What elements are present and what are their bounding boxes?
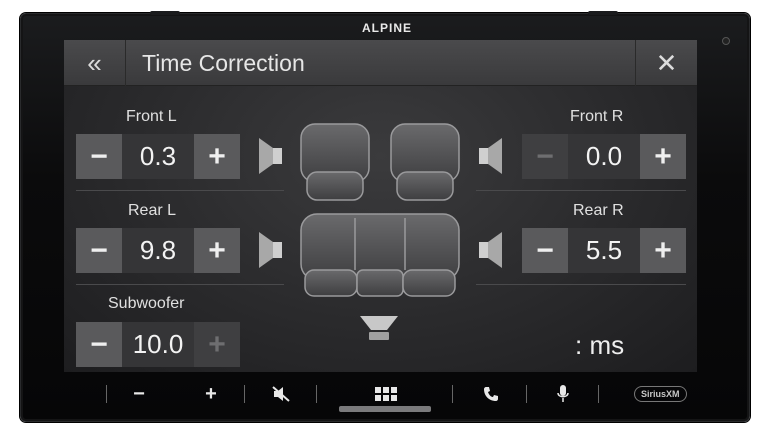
subwoofer-label: Subwoofer [108,295,185,312]
subwoofer-value: 10.0 [122,322,194,367]
voice-button[interactable] [548,380,578,408]
front-r-plus-button[interactable]: + [640,134,686,179]
screen: « Time Correction ✕ Front L − 0.3 + Rear… [64,40,697,372]
separator [598,385,599,403]
subwoofer-icon [360,316,398,340]
front-l-value: 0.3 [122,134,194,179]
double-chevron-left-icon: « [87,47,102,78]
subwoofer-minus-button[interactable]: − [76,322,122,367]
mute-icon [272,386,290,402]
car-seats-diagram [300,123,460,340]
rear-l-label: Rear L [128,202,177,219]
front-l-label: Front L [126,108,177,125]
front-right-speaker-icon [479,138,502,174]
rear-l-value: 9.8 [122,228,194,273]
camera-icon [722,37,730,45]
rear-l-minus-button[interactable]: − [76,228,122,273]
divider [76,284,284,285]
front-r-value: 0.0 [568,134,640,179]
rear-r-label: Rear R [573,202,624,219]
page-title: Time Correction [142,50,305,76]
separator [316,385,317,403]
rear-bench-seat [300,213,460,297]
volume-up-button[interactable]: + [196,380,226,408]
rear-r-value: 5.5 [568,228,640,273]
front-r-label: Front R [570,108,624,125]
rear-r-minus-button[interactable]: − [522,228,568,273]
phone-icon [484,387,498,401]
divider [476,284,686,285]
home-bar [339,406,431,412]
close-icon: ✕ [655,47,678,78]
separator [244,385,245,403]
front-l-minus-button[interactable]: − [76,134,122,179]
microphone-icon [557,385,569,402]
rear-r-stepper: − 5.5 + [522,228,686,273]
grid-icon [375,387,397,401]
hardware-button-bar: − + SiriusXM [64,380,697,408]
subwoofer-stepper: − 10.0 + [76,322,240,367]
subwoofer-plus-button[interactable]: + [194,322,240,367]
rear-l-stepper: − 9.8 + [76,228,240,273]
separator [526,385,527,403]
brand-logo: ALPINE [361,21,412,35]
separator [452,385,453,403]
rear-right-speaker-icon [479,232,502,268]
title-bar: « Time Correction ✕ [64,40,697,86]
mute-button[interactable] [266,380,296,408]
volume-down-button[interactable]: − [124,380,154,408]
separator [106,385,107,403]
front-l-stepper: − 0.3 + [76,134,240,179]
rear-left-speaker-icon [259,232,282,268]
front-left-seat [300,123,370,201]
menu-button[interactable] [369,380,403,408]
front-right-seat [390,123,460,201]
siriusxm-logo: SiriusXM [634,386,687,402]
front-l-plus-button[interactable]: + [194,134,240,179]
back-button[interactable]: « [64,40,126,86]
phone-button[interactable] [476,380,506,408]
front-left-speaker-icon [259,138,282,174]
rear-r-plus-button[interactable]: + [640,228,686,273]
bezel-notch [588,11,618,15]
close-button[interactable]: ✕ [635,40,697,86]
unit-label: : ms [575,330,625,360]
front-r-minus-button[interactable]: − [522,134,568,179]
divider [476,190,686,191]
divider [76,190,284,191]
bezel-notch [150,11,180,15]
front-r-stepper: − 0.0 + [522,134,686,179]
rear-l-plus-button[interactable]: + [194,228,240,273]
